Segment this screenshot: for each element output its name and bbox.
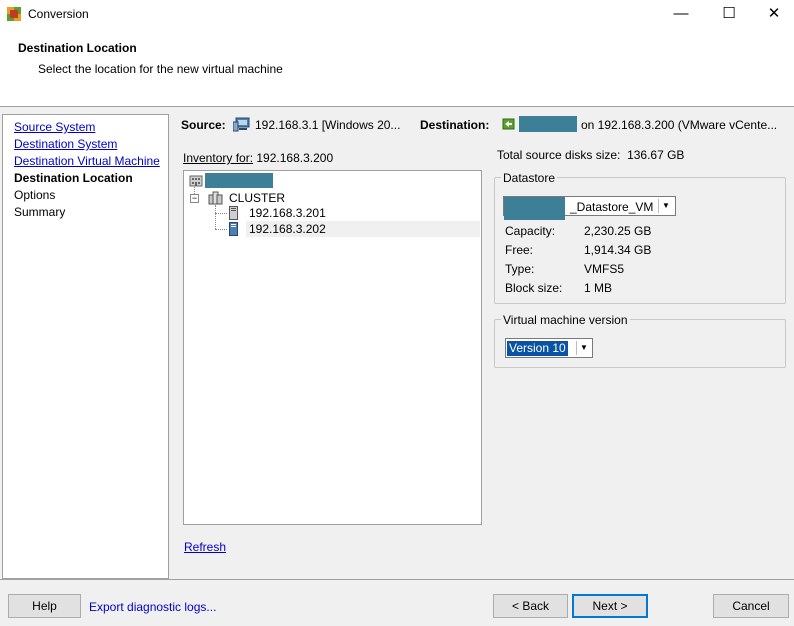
redacted-destination-name (519, 116, 577, 132)
redacted-datastore-prefix (504, 197, 565, 220)
converter-app-icon (7, 7, 21, 21)
capacity-value: 2,230.25 GB (584, 224, 652, 238)
capacity-label: Capacity: (505, 224, 556, 238)
chevron-down-icon[interactable]: ▼ (658, 199, 673, 213)
page-title: Destination Location (18, 41, 137, 55)
nav-item-options: Options (14, 188, 56, 202)
nav-item-source-system[interactable]: Source System (14, 120, 95, 134)
refresh-link[interactable]: Refresh (184, 540, 226, 554)
server-icon (229, 206, 238, 220)
help-button[interactable]: Help (8, 594, 81, 618)
vm-version-select-value: Version 10 (506, 340, 569, 357)
cluster-icon (208, 191, 223, 205)
inventory-host: 192.168.3.200 (256, 151, 334, 165)
tree-item-host-selected[interactable]: 192.168.3.202 (246, 221, 480, 237)
datastore-select-value: _Datastore_VM (570, 200, 654, 214)
source-label: Source: (181, 118, 226, 132)
total-disks-value: 136.67 GB (627, 148, 685, 162)
nav-item-destination-location: Destination Location (14, 171, 133, 185)
tree-item-host[interactable]: 192.168.3.201 (246, 205, 480, 221)
cancel-button[interactable]: Cancel (713, 594, 789, 618)
free-value: 1,914.34 GB (584, 243, 652, 257)
back-button[interactable]: < Back (493, 594, 568, 618)
tree-connector (215, 213, 227, 214)
free-label: Free: (505, 243, 534, 257)
datastore-legend: Datastore (501, 171, 558, 185)
vm-version-legend: Virtual machine version (501, 313, 630, 327)
maximize-icon[interactable]: ☐ (706, 0, 752, 30)
footer-divider (0, 579, 794, 580)
chevron-down-icon[interactable]: ▼ (576, 341, 591, 355)
next-button[interactable]: Next > (572, 594, 648, 618)
redacted-datacenter-name[interactable] (205, 173, 273, 188)
tree-connector (215, 205, 216, 229)
total-disks-label: Total source disks size: (497, 148, 621, 162)
source-value: 192.168.3.1 [Windows 20... (255, 118, 401, 132)
total-disks-size: Total source disks size: 136.67 GB (497, 148, 684, 162)
datacenter-icon (189, 175, 203, 187)
inventory-label-text: Inventory for: (183, 151, 254, 165)
tree-connector (215, 229, 227, 230)
minimize-icon[interactable]: — (658, 0, 704, 30)
destination-label: Destination: (420, 118, 490, 132)
block-size-value: 1 MB (584, 281, 613, 295)
type-value: VMFS5 (584, 262, 625, 276)
close-icon[interactable]: ✕ (751, 0, 794, 30)
server-icon (229, 222, 238, 236)
computer-icon (233, 117, 250, 132)
block-size-label: Block size: (505, 281, 563, 295)
type-label: Type: (505, 262, 535, 276)
nav-item-summary: Summary (14, 205, 66, 219)
vm-destination-icon (502, 118, 515, 130)
destination-value: on 192.168.3.200 (VMware vCente... (581, 118, 778, 132)
collapse-icon[interactable]: − (190, 194, 199, 203)
page-subtitle: Select the location for the new virtual … (38, 62, 283, 76)
tree-item-cluster[interactable]: CLUSTER (229, 191, 285, 205)
export-diagnostic-logs-link[interactable]: Export diagnostic logs... (89, 600, 216, 614)
window-title: Conversion (28, 7, 89, 21)
nav-item-destination-virtual-machine[interactable]: Destination Virtual Machine (14, 154, 160, 168)
inventory-label: Inventory for: 192.168.3.200 (183, 151, 333, 165)
nav-item-destination-system[interactable]: Destination System (14, 137, 117, 151)
